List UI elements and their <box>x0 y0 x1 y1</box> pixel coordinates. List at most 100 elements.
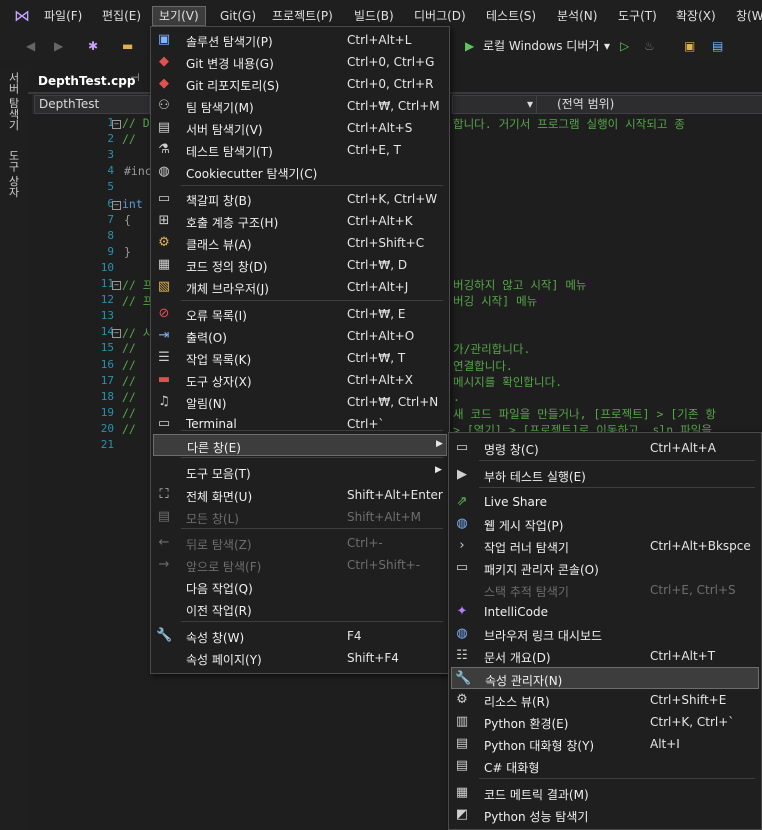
view-menu-item-17[interactable]: ♫ 알림(N) Ctrl+₩, Ctrl+N <box>153 391 447 413</box>
other-windows-item-16[interactable]: ▦ 코드 메트릭 결과(M) <box>451 782 759 804</box>
other-windows-item-14[interactable]: ▤ Python 대화형 창(Y) Alt+I <box>451 733 759 755</box>
browser-link-icon: ◍ <box>456 626 468 641</box>
menu-item-label: 서버 탐색기(V) <box>186 123 263 137</box>
menu-item-label: 개체 브라우저(J) <box>186 282 269 296</box>
run-target-button[interactable]: 로컬 Windows 디버거 <box>483 37 599 55</box>
output-icon: ⇥ <box>158 328 170 343</box>
other-windows-item-11[interactable]: 🔧 속성 관리자(N) <box>451 667 759 689</box>
fold-toggle-icon[interactable]: − <box>112 281 121 290</box>
menu-item-label: 책갈피 창(B) <box>186 194 252 208</box>
new-project-icon[interactable]: ✱ <box>88 37 98 55</box>
code-line: // <box>122 341 136 356</box>
view-menu-item-12[interactable]: ▧ 개체 브라우저(J) Ctrl+Alt+J <box>153 276 447 298</box>
other-windows-item-12[interactable]: ⚙ 리소스 뷰(R) Ctrl+Shift+E <box>451 689 759 711</box>
fold-toggle-icon[interactable]: − <box>112 329 121 339</box>
tab-depthtest-cpp[interactable]: DepthTest.cpp <box>32 70 142 92</box>
view-menu-item-7[interactable]: ◍ Cookiecutter 탐색기(C) <box>153 161 447 183</box>
view-menu-item-19[interactable]: 다른 창(E) ▶ <box>153 434 447 456</box>
view-menu-item-11[interactable]: ▦ 코드 정의 창(D) Ctrl+₩, D <box>153 254 447 276</box>
view-menu-item-21[interactable]: ⛶ 전체 화면(U) Shift+Alt+Enter <box>153 484 447 506</box>
menu-item-label: 도구 모음(T) <box>186 467 251 481</box>
run-icon[interactable]: ▶ <box>465 37 474 55</box>
server-explorer-tab[interactable]: 서버 탐색기 <box>5 72 21 131</box>
view-menu-item-27[interactable]: 🔧 속성 창(W) F4 <box>153 625 447 647</box>
view-menu-item-4[interactable]: ⚇ 팀 탐색기(M) Ctrl+₩, Ctrl+M <box>153 95 447 117</box>
open-folder-icon[interactable]: ▬ <box>122 37 133 55</box>
view-menu-item-6[interactable]: ⚗ 테스트 탐색기(T) Ctrl+E, T <box>153 139 447 161</box>
menu-git[interactable]: Git(G) <box>220 7 256 25</box>
other-windows-item-15[interactable]: ▤ C# 대화형 <box>451 755 759 777</box>
toolbox-tab[interactable]: 도구 상자 <box>5 150 21 198</box>
other-windows-item-10[interactable]: ☷ 문서 개요(D) Ctrl+Alt+T <box>451 645 759 667</box>
scope-combo[interactable]: (전역 범위) <box>536 95 762 114</box>
view-menu-item-1[interactable]: ▣ 솔루션 탐색기(P) Ctrl+Alt+L <box>153 29 447 51</box>
view-menu-item-2[interactable]: ◆ Git 변경 내용(G) Ctrl+0, Ctrl+G <box>153 51 447 73</box>
menu-debug[interactable]: 디버그(D) <box>414 7 466 25</box>
member-combo-dropdown-icon[interactable]: ▾ <box>452 95 538 114</box>
menu-item-label: Python 성능 탐색기 <box>484 810 589 824</box>
menu-window[interactable]: 창(W) <box>736 7 762 25</box>
start-without-debugging-icon[interactable]: ▷ <box>620 37 629 55</box>
view-menu-item-25[interactable]: 다음 작업(Q) <box>153 576 447 598</box>
forward-icon[interactable]: ▶ <box>54 37 63 55</box>
other-windows-item-13[interactable]: ▥ Python 환경(E) Ctrl+K, Ctrl+` <box>451 711 759 733</box>
fold-toggle-icon[interactable]: − <box>112 200 121 210</box>
menu-build[interactable]: 빌드(B) <box>354 7 394 25</box>
menu-view[interactable]: 보기(V) <box>152 6 206 26</box>
visual-studio-logo-icon[interactable]: ⋈ <box>10 6 34 26</box>
pin-icon[interactable]: ⊣ <box>130 71 140 84</box>
menu-separator <box>181 185 443 186</box>
test-explorer-icon: ⚗ <box>158 142 170 157</box>
menu-edit[interactable]: 편집(E) <box>102 7 141 25</box>
view-menu-item-9[interactable]: ⊞ 호출 계층 구조(H) Ctrl+Alt+K <box>153 210 447 232</box>
view-menu-item-10[interactable]: ⚙ 클래스 뷰(A) Ctrl+Shift+C <box>153 232 447 254</box>
other-windows-item-2[interactable]: ▶ 부하 테스트 실행(E) <box>451 464 759 486</box>
run-target-dropdown-icon[interactable]: ▾ <box>604 37 610 55</box>
other-windows-item-9[interactable]: ◍ 브라우저 링크 대시보드 <box>451 623 759 645</box>
code-line-fragment: 버깅 시작] 메뉴 <box>453 294 538 309</box>
menu-test[interactable]: 테스트(S) <box>486 7 536 25</box>
view-menu-item-5[interactable]: ▤ 서버 탐색기(V) Ctrl+Alt+S <box>153 117 447 139</box>
project-combo[interactable]: DepthTest <box>34 95 150 114</box>
other-windows-item-5[interactable]: › 작업 러너 탐색기 Ctrl+Alt+Bkspce <box>451 535 759 557</box>
hot-reload-icon[interactable]: ♨ <box>644 37 655 55</box>
menu-item-shortcut: Ctrl+Alt+K <box>347 214 413 228</box>
other-windows-item-17[interactable]: ◩ Python 성능 탐색기 <box>451 804 759 826</box>
view-menu-item-8[interactable]: ▭ 책갈피 창(B) Ctrl+K, Ctrl+W <box>153 188 447 210</box>
menu-extensions[interactable]: 확장(X) <box>676 7 716 25</box>
code-line-fragment: 새 코드 파일을 만들거나, [프로젝트] > [기존 항 <box>453 406 716 421</box>
view-menu-item-22: ▤ 모든 창(L) Shift+Alt+M <box>153 506 447 528</box>
menu-tools[interactable]: 도구(T) <box>618 7 657 25</box>
back-icon[interactable]: ◀ <box>26 37 35 55</box>
view-menu-item-3[interactable]: ◆ Git 리포지토리(S) Ctrl+0, Ctrl+R <box>153 73 447 95</box>
view-menu-item-28[interactable]: 속성 페이지(Y) Shift+F4 <box>153 647 447 669</box>
project-combo-label: DepthTest <box>39 97 100 111</box>
other-windows-item-6[interactable]: ▭ 패키지 관리자 콘솔(O) <box>451 557 759 579</box>
view-menu-item-20[interactable]: 도구 모음(T) ▶ <box>153 461 447 483</box>
fold-toggle-icon[interactable]: − <box>112 120 121 129</box>
line-number: 7 <box>107 212 114 226</box>
menu-project[interactable]: 프로젝트(P) <box>272 7 333 25</box>
view-menu-item-26[interactable]: 이전 작업(R) <box>153 598 447 620</box>
layout-icon[interactable]: ▤ <box>712 37 723 55</box>
view-menu-item-16[interactable]: ▬ 도구 상자(X) Ctrl+Alt+X <box>153 369 447 391</box>
other-windows-item-4[interactable]: ◍ 웹 게시 작업(P) <box>451 513 759 535</box>
view-menu-item-18[interactable]: ▭ Terminal Ctrl+` <box>153 413 447 435</box>
other-windows-item-8[interactable]: ✦ IntelliCode <box>451 601 759 623</box>
line-number: 15 <box>100 341 114 355</box>
folder-icon[interactable]: ▣ <box>684 37 695 55</box>
code-line-fragment: 연결합니다. <box>453 358 513 373</box>
property-manager-wrench-icon: 🔧 <box>455 671 472 686</box>
other-windows-item-1[interactable]: ▭ 명령 창(C) Ctrl+Alt+A <box>451 437 759 459</box>
other-windows-item-3[interactable]: ⇗ Live Share <box>451 491 759 513</box>
menu-file[interactable]: 파일(F) <box>44 7 82 25</box>
menu-item-shortcut: Ctrl+Shift+E <box>650 693 727 707</box>
view-menu-item-13[interactable]: ⊘ 오류 목록(I) Ctrl+₩, E <box>153 303 447 325</box>
menu-analyze[interactable]: 분석(N) <box>557 7 597 25</box>
menu-item-label: 이전 작업(R) <box>186 604 252 618</box>
view-menu-item-15[interactable]: ☰ 작업 목록(K) Ctrl+₩, T <box>153 347 447 369</box>
code-line-fragment: 합니다. 거기서 프로그램 실행이 시작되고 종 <box>453 117 685 131</box>
view-menu-item-14[interactable]: ⇥ 출력(O) Ctrl+Alt+O <box>153 325 447 347</box>
left-tool-strip: 서버 탐색기 도구 상자 <box>0 66 26 830</box>
view-menu-item-23: ← 뒤로 탐색(Z) Ctrl+- <box>153 532 447 554</box>
